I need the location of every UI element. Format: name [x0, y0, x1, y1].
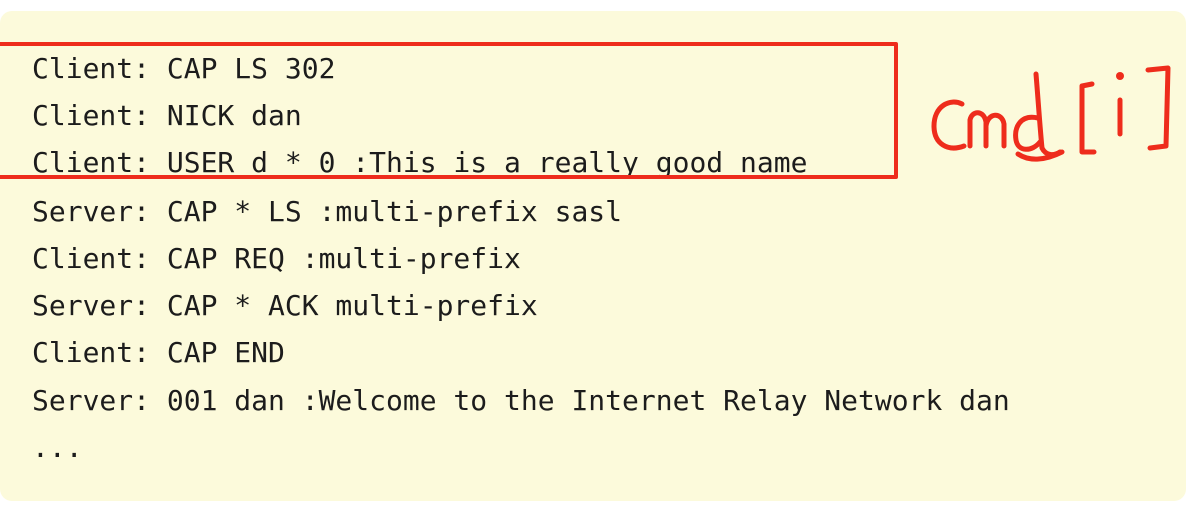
- annotation-underline: [1015, 149, 1065, 162]
- annotation-letter-m: [967, 110, 1007, 149]
- code-line-server-cap-ack: Server: CAP * ACK multi-prefix: [32, 289, 538, 322]
- annotation-i-dot: [1116, 72, 1124, 80]
- handwritten-cmd-annotation: [931, 65, 1171, 162]
- annotation-right-bracket: [1145, 65, 1171, 151]
- annotation-letter-c: [931, 99, 967, 151]
- code-line-server-cap-ls: Server: CAP * LS :multi-prefix sasl: [32, 195, 623, 228]
- annotation-letter-d: [1013, 71, 1063, 158]
- code-line-ellipsis: ...: [32, 431, 83, 464]
- code-line-server-welcome: Server: 001 dan :Welcome to the Internet…: [32, 384, 1010, 417]
- highlight-box: [0, 42, 898, 179]
- annotation-left-bracket: [1079, 81, 1097, 155]
- code-line-client-cap-end: Client: CAP END: [32, 336, 285, 369]
- code-line-client-cap-req: Client: CAP REQ :multi-prefix: [32, 242, 521, 275]
